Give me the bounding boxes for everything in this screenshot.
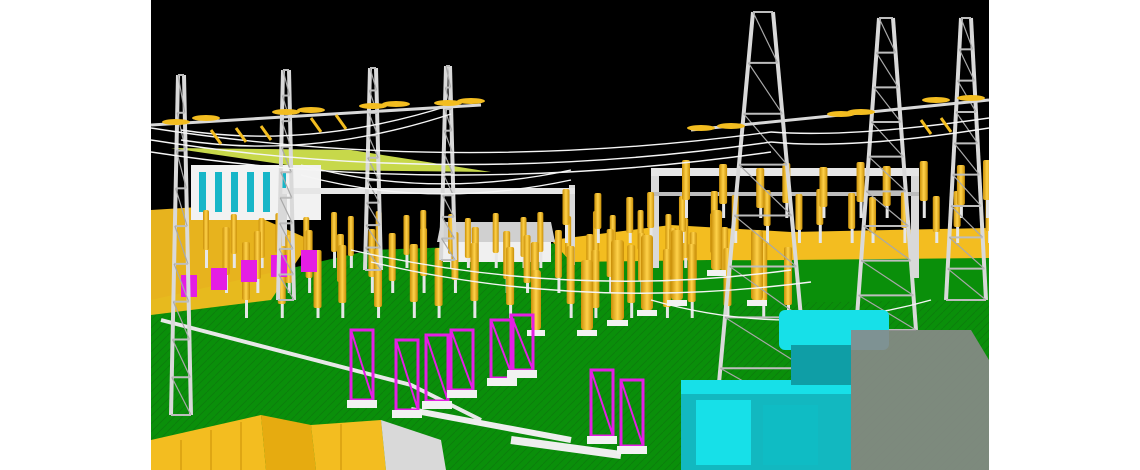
insulator [581, 260, 593, 330]
insulator [682, 160, 690, 200]
insulator-post [690, 300, 694, 318]
concrete-footing [507, 370, 537, 378]
insulator-post [245, 300, 248, 318]
insulator [611, 240, 624, 320]
page [0, 0, 1140, 470]
insulator [492, 213, 499, 253]
disk-fitting [957, 95, 985, 101]
insulator [719, 164, 728, 204]
insulator [662, 249, 671, 307]
insulator-post [685, 200, 688, 218]
insulator [678, 196, 686, 232]
insulator-post [412, 300, 416, 318]
insulator [554, 230, 562, 278]
insulator [819, 167, 828, 207]
insulator [795, 194, 803, 230]
insulator [523, 235, 531, 283]
insulator-base [707, 270, 726, 276]
insulator [784, 247, 792, 305]
concrete-footing [617, 446, 647, 454]
insulator-post [766, 225, 770, 243]
insulator [856, 162, 865, 202]
disk-fitting [717, 123, 745, 129]
insulator [641, 235, 653, 310]
concrete-footing [587, 436, 617, 444]
insulator-base [607, 320, 628, 326]
concrete-footing [447, 390, 477, 398]
disk-fitting [847, 109, 875, 115]
insulator [932, 196, 940, 232]
insulator-post [473, 300, 477, 318]
concrete-footing [392, 410, 422, 418]
insulator [983, 160, 989, 200]
insulator [566, 246, 575, 304]
magenta-cabinet [301, 250, 317, 272]
insulator-post [986, 200, 989, 218]
disk-fitting [922, 97, 950, 103]
disk-fitting [457, 98, 485, 104]
insulator-base [527, 330, 545, 336]
disk-fitting [162, 119, 190, 125]
insulator [647, 192, 655, 228]
insulator-base [747, 300, 767, 306]
disk-fitting [272, 109, 300, 115]
magenta-cabinet [241, 260, 257, 282]
insulator-base [577, 330, 597, 336]
disk-fitting [687, 125, 715, 131]
insulator [203, 210, 209, 250]
insulator-post [818, 225, 822, 243]
insulator-post [422, 275, 426, 293]
insulator [882, 166, 891, 206]
concrete-footing [422, 401, 452, 409]
insulator [671, 230, 683, 300]
insulator-post [859, 200, 863, 218]
insulator [562, 189, 570, 225]
disk-fitting [382, 101, 410, 107]
insulator [230, 214, 237, 254]
insulator [331, 212, 338, 252]
insulator-post [922, 200, 926, 218]
insulator [464, 218, 471, 258]
insulator [594, 193, 602, 229]
insulator [627, 245, 636, 303]
insulator [222, 227, 230, 275]
insulator-post [370, 275, 374, 293]
insulator-post [539, 250, 543, 268]
insulator [956, 165, 965, 205]
insulator [409, 244, 418, 302]
magenta-cabinet [211, 268, 227, 290]
disk-fitting [297, 107, 325, 113]
insulator-post [565, 225, 568, 243]
render-viewport [151, 0, 989, 470]
insulator [687, 244, 696, 302]
insulator-post [205, 250, 208, 268]
insulator [763, 190, 771, 226]
insulator [848, 193, 856, 229]
concrete-footing [487, 378, 517, 386]
insulator [420, 228, 428, 276]
concrete-footing [347, 400, 377, 408]
insulator-base [637, 310, 657, 316]
insulator-post [333, 250, 337, 268]
insulator [338, 245, 347, 303]
insulator [388, 233, 396, 281]
insulator-post [956, 225, 960, 243]
substation-scene [151, 0, 989, 470]
disk-fitting [192, 115, 220, 121]
insulator [919, 161, 928, 201]
insulator [711, 210, 722, 270]
insulator [626, 197, 634, 233]
insulator [869, 197, 877, 233]
insulator [403, 215, 410, 255]
